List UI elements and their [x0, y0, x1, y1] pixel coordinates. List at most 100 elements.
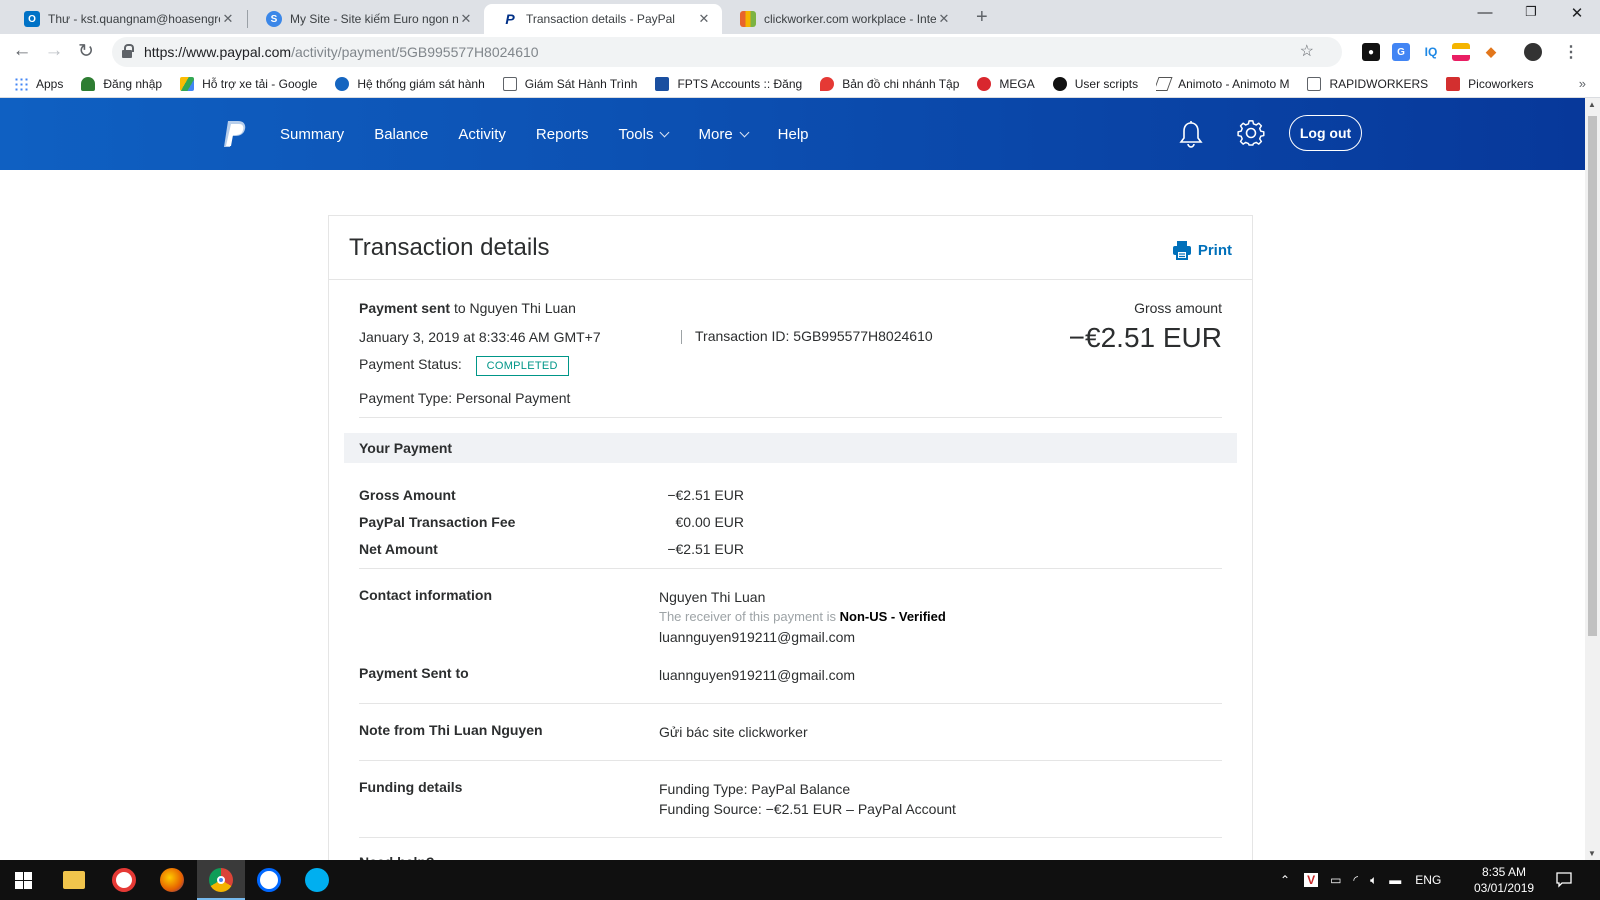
notifications-icon[interactable]	[1556, 872, 1572, 888]
bookmark-item[interactable]: Hỗ trợ xe tải - Google	[180, 76, 317, 91]
scroll-thumb[interactable]	[1588, 116, 1597, 636]
new-tab-button[interactable]: +	[976, 6, 988, 29]
url-host: https://www.paypal.com	[144, 44, 292, 60]
close-icon[interactable]: ✕	[696, 11, 712, 27]
zalo-icon[interactable]	[257, 868, 281, 892]
menu-icon[interactable]: ⋮	[1562, 43, 1580, 61]
nav-balance[interactable]: Balance	[374, 126, 428, 143]
restore-button[interactable]: ❐	[1508, 4, 1554, 20]
gear-icon[interactable]	[1237, 119, 1265, 147]
close-icon[interactable]: ✕	[936, 11, 952, 27]
logout-button[interactable]: Log out	[1289, 115, 1362, 151]
payment-details: Gross Amount −€2.51 EUR PayPal Transacti…	[359, 463, 1222, 870]
bookmark-item[interactable]: Animoto - Animoto M	[1156, 76, 1289, 91]
system-tray: ⌃ V ▭ ◜ 🔈︎ ▬ ENG	[1280, 860, 1441, 900]
extension-icon[interactable]	[1452, 43, 1470, 61]
file-explorer-icon[interactable]	[63, 871, 85, 889]
forward-icon[interactable]: →	[42, 40, 66, 62]
tab-my-site[interactable]: S My Site - Site kiếm Euro ngon nhất ✕	[248, 4, 484, 34]
more-bookmarks-icon[interactable]: »	[1579, 76, 1586, 91]
bookmarks-bar: Apps Đăng nhập Hỗ trợ xe tải - Google Hệ…	[0, 70, 1600, 98]
browser-tab-bar: O Thư - kst.quangnam@hoasengroup ✕ S My …	[0, 0, 1600, 34]
metamask-icon[interactable]: ◆	[1482, 43, 1500, 61]
drive-icon	[180, 76, 195, 91]
bookmark-item[interactable]: Picoworkers	[1446, 76, 1534, 91]
tab-title: clickworker.com workplace - Internet	[764, 12, 936, 26]
bookmark-item[interactable]: User scripts	[1052, 76, 1138, 91]
bookmark-item[interactable]: MEGA	[977, 76, 1035, 91]
close-icon[interactable]: ✕	[220, 11, 236, 27]
amount-label: Net Amount	[359, 540, 438, 557]
nav-summary[interactable]: Summary	[280, 126, 344, 143]
app-icon[interactable]	[112, 868, 136, 892]
site-s-icon: S	[266, 11, 282, 27]
note-row: Note from Thi Luan Nguyen Gửi bác site c…	[359, 704, 1222, 760]
tab-title: Thư - kst.quangnam@hoasengroup	[48, 12, 220, 26]
close-icon[interactable]: ✕	[458, 11, 474, 27]
bookmark-star-icon[interactable]: ☆	[1300, 41, 1314, 61]
battery-icon[interactable]: ▭	[1330, 873, 1341, 887]
nav-activity[interactable]: Activity	[458, 126, 506, 143]
window-close-button[interactable]: ✕	[1554, 4, 1600, 22]
network-icon[interactable]: ▬	[1389, 873, 1401, 887]
bookmark-item[interactable]: RAPIDWORKERS	[1307, 76, 1428, 91]
tab-outlook[interactable]: O Thư - kst.quangnam@hoasengroup ✕	[6, 4, 246, 34]
bell-icon[interactable]	[1178, 120, 1204, 148]
shield-icon	[81, 76, 96, 91]
volume-icon[interactable]: 🔈︎	[1370, 873, 1377, 888]
back-icon[interactable]: ←	[10, 40, 34, 62]
extension-icon[interactable]: ●	[1362, 43, 1380, 61]
nav-reports[interactable]: Reports	[536, 126, 589, 143]
firefox-icon[interactable]	[160, 868, 184, 892]
clickworker-icon	[740, 11, 756, 27]
bookmark-apps[interactable]: Apps	[14, 76, 63, 91]
funding-details-row: Funding details Funding Type: PayPal Bal…	[359, 761, 1222, 837]
amount-value: €0.00 EUR	[675, 513, 744, 530]
transaction-card: Transaction details Print Payment sent t…	[328, 215, 1253, 875]
sent-to-label: Payment Sent to	[359, 665, 469, 681]
transaction-id: Transaction ID: 5GB995577H8024610	[681, 328, 933, 344]
amount-breakdown: Gross Amount −€2.51 EUR PayPal Transacti…	[359, 463, 1222, 569]
address-bar[interactable]: https://www.paypal.com/activity/payment/…	[112, 37, 1342, 67]
amount-row: Gross Amount −€2.51 EUR	[359, 481, 1222, 508]
url-path: /activity/payment/5GB995577H8024610	[291, 44, 539, 60]
nav-more[interactable]: More	[698, 126, 750, 143]
taskbar-clock[interactable]: 8:35 AM 03/01/2019	[1474, 864, 1534, 896]
chevron-up-icon[interactable]: ⌃	[1280, 873, 1290, 887]
contact-information-row: Contact information Nguyen Thi Luan The …	[359, 569, 1222, 647]
scroll-up-icon[interactable]: ▲	[1588, 100, 1596, 109]
print-button[interactable]: Print	[1172, 240, 1232, 260]
bookmark-item[interactable]: Bản đồ chi nhánh Tập	[820, 76, 959, 91]
scroll-down-icon[interactable]: ▼	[1588, 849, 1596, 858]
bookmark-item[interactable]: Giám Sát Hành Trình	[502, 76, 637, 91]
translate-icon[interactable]: G	[1392, 43, 1410, 61]
antivirus-icon[interactable]: V	[1304, 873, 1319, 887]
bookmark-item[interactable]: FPTS Accounts :: Đăng	[655, 76, 802, 91]
contact-email[interactable]: luannguyen919211@gmail.com	[659, 627, 946, 647]
paypal-logo-icon[interactable]	[222, 120, 248, 148]
tab-clickworker[interactable]: clickworker.com workplace - Internet ✕	[722, 4, 962, 34]
contact-label: Contact information	[359, 587, 492, 603]
windows-start-icon[interactable]	[15, 872, 32, 889]
bookmark-item[interactable]: Hệ thống giám sát hành	[335, 76, 485, 91]
page-scrollbar[interactable]: ▲ ▼	[1585, 98, 1600, 860]
bookmark-item[interactable]: Đăng nhập	[81, 76, 162, 91]
mega-icon	[977, 76, 992, 91]
tab-paypal[interactable]: P Transaction details - PayPal ✕	[484, 4, 722, 34]
minimize-button[interactable]: —	[1462, 4, 1508, 21]
payment-sent-to-row: Payment Sent to luannguyen919211@gmail.c…	[359, 647, 1222, 703]
reload-icon[interactable]: ↻	[74, 40, 98, 63]
your-payment-heading: Your Payment	[344, 433, 1237, 463]
profile-avatar[interactable]	[1524, 43, 1542, 61]
nav-tools[interactable]: Tools	[618, 126, 670, 143]
skype-icon[interactable]	[305, 868, 329, 892]
language-indicator[interactable]: ENG	[1415, 873, 1441, 887]
wifi-icon[interactable]: ◜	[1353, 873, 1358, 887]
iq-extension-icon[interactable]: IQ	[1422, 43, 1440, 61]
nav-help[interactable]: Help	[778, 126, 809, 143]
transaction-summary: Payment sent to Nguyen Thi Luan January …	[359, 280, 1222, 418]
print-label: Print	[1197, 241, 1232, 259]
printer-icon	[1172, 241, 1191, 260]
payment-sent-line: Payment sent to Nguyen Thi Luan	[359, 300, 576, 316]
gross-amount-value: −€2.51 EUR	[1068, 322, 1222, 353]
